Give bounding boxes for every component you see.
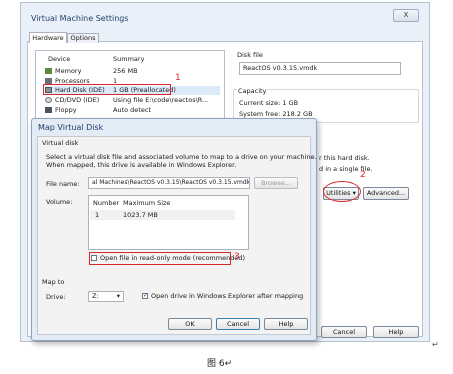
window-title: Virtual Machine Settings [31,14,129,23]
window-close-button[interactable]: X [393,9,419,22]
annotation-number-2: 2 [360,170,366,180]
floppy-icon [45,107,52,113]
section-virtual-disk-label: Virtual disk [42,139,79,147]
dialog-description-line2: When mapped, this drive is available in … [46,161,237,169]
volume-list[interactable]: Number Maximum Size 1 1023.7 MB [88,195,249,250]
drive-label: Drive: [46,293,66,301]
open-explorer-checkbox-row[interactable]: ✓ Open drive in Windows Explorer after m… [142,292,312,301]
annotation-box-hard-disk [43,84,171,95]
annotation-circle-utilities [323,181,361,202]
browse-button[interactable]: Browse... [254,177,298,189]
ok-button[interactable]: OK [168,318,212,330]
vm-help-button[interactable]: Help [373,326,419,338]
disk-file-label: Disk file [237,51,263,59]
dialog-description-line1: Select a virtual disk file and associate… [46,153,317,161]
open-explorer-label: Open drive in Windows Explorer after map… [151,292,304,300]
figure-caption: 图 6↵ [207,359,233,369]
annotation-box-readonly [89,252,231,265]
device-column-header: Device [48,55,71,63]
tab-hardware[interactable]: Hardware [29,32,67,43]
summary-column-header: Summary [113,55,145,63]
section-map-to-label: Map to [42,278,65,286]
check-icon: ✓ [143,292,149,299]
device-row-cd-dvd[interactable]: CD/DVD (IDE) Using file E:\code\reactos\… [45,96,220,105]
capacity-label: Capacity [237,87,268,95]
cd-icon [45,97,52,103]
paragraph-mark: ↵ [432,340,439,349]
current-size: Current size: 1 GB [239,99,299,107]
device-row-floppy[interactable]: Floppy Auto detect [45,106,220,115]
dialog-title: Map Virtual Disk [38,123,104,132]
dialog-help-button[interactable]: Help [264,318,308,330]
volume-column-number: Number [93,199,120,207]
vm-cancel-button[interactable]: Cancel [321,326,367,338]
system-free: System free: 218.2 GB [239,110,313,118]
advanced-button[interactable]: Advanced... [363,187,409,200]
drive-select[interactable]: Z: ▾ [88,291,124,302]
disk-info-line1: r this hard disk. [319,154,370,162]
device-row-memory[interactable]: Memory 256 MB [45,67,220,76]
file-name-field[interactable]: al Machines\ReactOS v0.3.15\ReactOS v0.3… [88,177,250,189]
map-virtual-disk-dialog: Map Virtual Disk Virtual disk Select a v… [31,118,317,341]
annotation-number-3: 3 [234,252,240,262]
open-explorer-checkbox[interactable]: ✓ [142,293,148,299]
disk-file-field[interactable]: ReactOS v0.3.15.vmdk [239,62,401,75]
volume-label: Volume: [46,198,73,206]
dialog-cancel-button[interactable]: Cancel [216,318,260,330]
close-icon: X [403,11,409,19]
dropdown-arrow-icon: ▾ [116,292,120,300]
volume-row[interactable]: 1 1023.7 MB [90,210,235,220]
file-name-label: File name: [46,180,80,188]
memory-icon [45,68,52,74]
annotation-number-1: 1 [175,73,181,83]
volume-column-max-size: Maximum Size [123,199,171,207]
tab-options[interactable]: Options [67,33,99,43]
